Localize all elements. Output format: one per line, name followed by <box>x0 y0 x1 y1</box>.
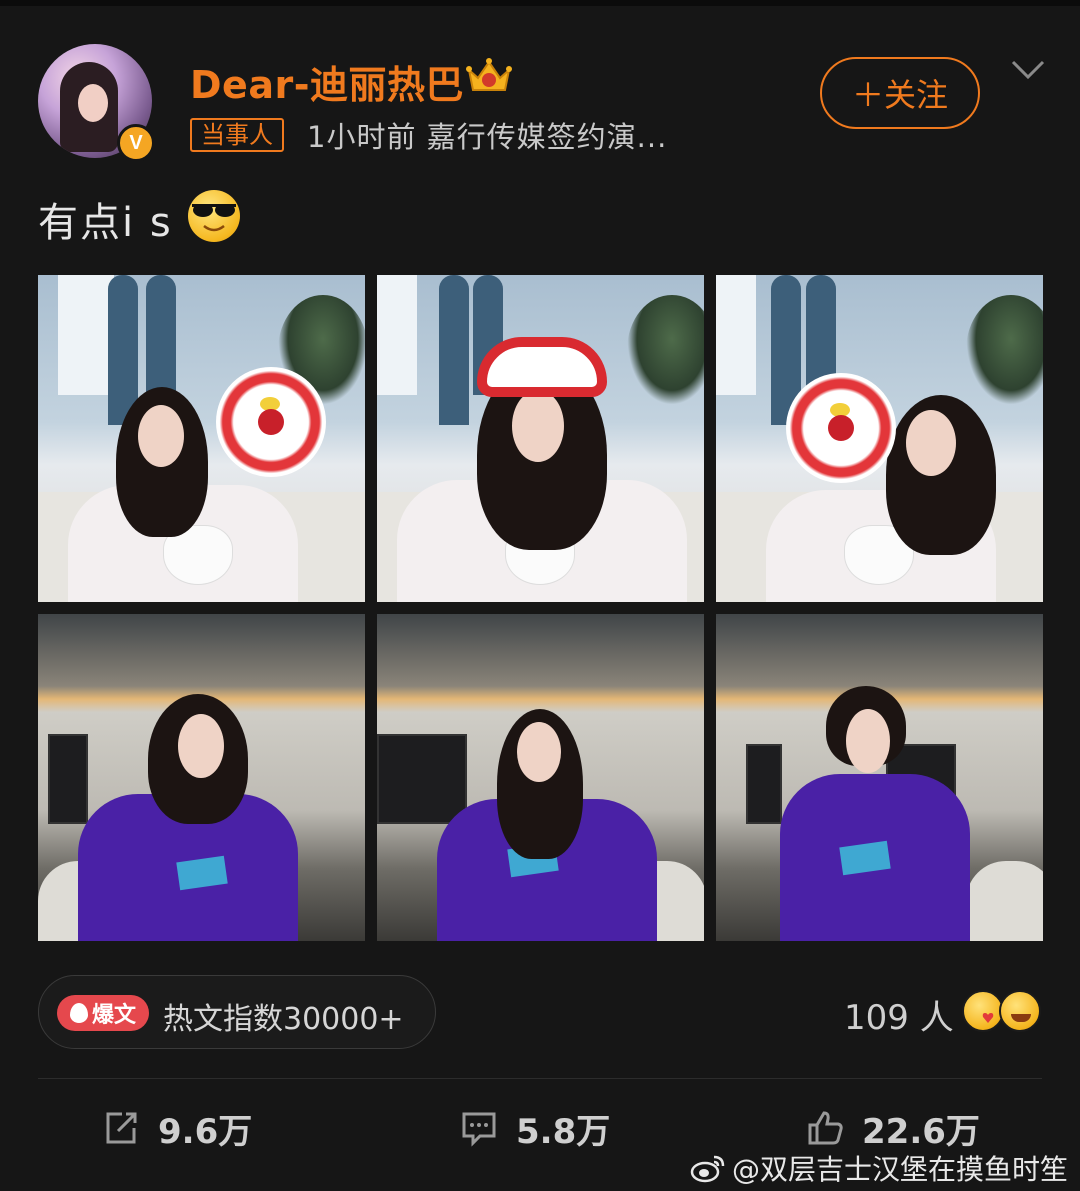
grin-emoji-icon <box>999 990 1041 1032</box>
party-tag: 当事人 <box>190 118 284 152</box>
flame-icon <box>69 1003 88 1023</box>
photo-4[interactable] <box>38 614 365 941</box>
username[interactable]: Dear-迪丽热巴 <box>190 54 464 109</box>
crown-icon <box>466 58 512 91</box>
chevron-down-icon[interactable] <box>1010 58 1046 82</box>
like-button[interactable]: 22.6万 <box>806 1106 980 1152</box>
photo-3[interactable] <box>716 275 1043 602</box>
photo-1[interactable] <box>38 275 365 602</box>
comment-count: 5.8万 <box>516 1111 611 1152</box>
thumbs-up-icon <box>808 1111 843 1145</box>
verified-badge: V <box>117 124 155 162</box>
repost-icon <box>106 1112 137 1144</box>
weibo-logo-icon <box>690 1155 725 1183</box>
repost-button[interactable]: 9.6万 <box>102 1106 253 1152</box>
hot-badge: 爆文 <box>57 995 149 1031</box>
repost-count: 9.6万 <box>158 1111 253 1152</box>
kiss-emoji-icon <box>962 990 1004 1032</box>
follow-button[interactable]: ＋关注 <box>820 57 980 129</box>
sunglasses-emoji-icon <box>188 190 240 242</box>
hot-index-bar[interactable]: 爆文 热文指数30000+ <box>38 975 436 1049</box>
watermark-text: @双层吉士汉堡在摸鱼时笙 <box>732 1153 1069 1186</box>
watermark: @双层吉士汉堡在摸鱼时笙 <box>690 1148 1068 1188</box>
photo-6[interactable] <box>716 614 1043 941</box>
top-bar <box>0 0 1080 6</box>
like-count: 22.6万 <box>862 1111 980 1152</box>
hot-index-text: 热文指数30000+ <box>163 1002 404 1037</box>
divider <box>38 1078 1042 1079</box>
comment-icon <box>462 1112 496 1147</box>
comment-button[interactable]: 5.8万 <box>460 1106 611 1152</box>
photo-2[interactable] <box>377 275 704 602</box>
reaction-count[interactable]: 109 人 <box>844 990 954 1039</box>
hot-badge-label: 爆文 <box>91 1003 136 1028</box>
photo-5[interactable] <box>377 614 704 941</box>
post-text: 有点i s <box>38 200 173 246</box>
post-meta: 1小时前 嘉行传媒签约演... <box>307 120 668 154</box>
weibo-post: V Dear-迪丽热巴 当事人 1小时前 嘉行传媒签约演... ＋关注 有点i … <box>0 0 1080 1191</box>
